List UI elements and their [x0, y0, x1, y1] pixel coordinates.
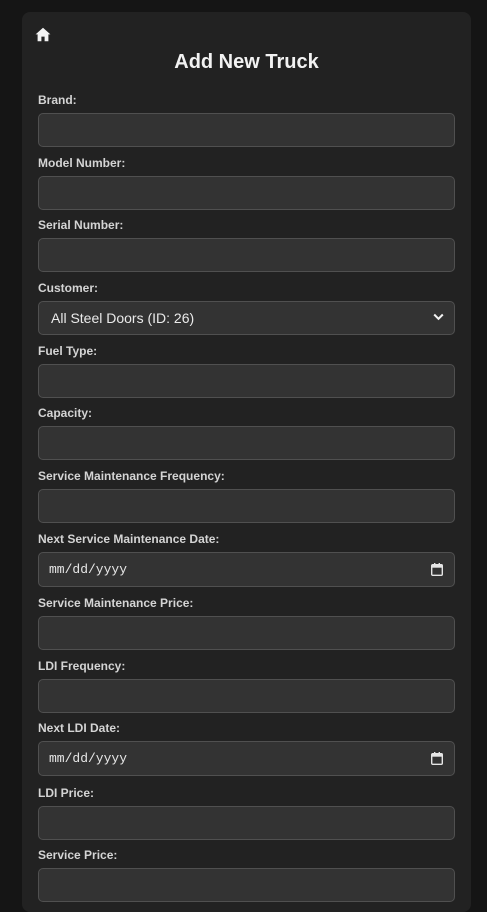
capacity-field-group: Capacity: — [38, 406, 455, 460]
customer-select[interactable]: All Steel Doors (ID: 26) — [38, 301, 455, 335]
home-button[interactable] — [34, 25, 52, 43]
next-ldi-date-field-group: Next LDI Date: mm/dd/yyyy — [38, 721, 455, 776]
ldi-price-label: LDI Price: — [38, 786, 95, 800]
next-service-maintenance-date-label: Next Service Maintenance Date: — [38, 532, 220, 546]
capacity-label: Capacity: — [38, 406, 93, 420]
service-maintenance-frequency-field-group: Service Maintenance Frequency: — [38, 469, 455, 523]
capacity-input[interactable] — [38, 426, 455, 460]
date-placeholder: mm/dd/yyyy — [49, 751, 128, 766]
home-icon — [35, 27, 51, 41]
ldi-frequency-input[interactable] — [38, 679, 455, 713]
fuel-type-label: Fuel Type: — [38, 344, 98, 358]
fuel-type-field-group: Fuel Type: — [38, 344, 455, 398]
next-service-maintenance-date-field-group: Next Service Maintenance Date: mm/dd/yyy… — [38, 532, 455, 587]
service-maintenance-frequency-label: Service Maintenance Frequency: — [38, 469, 225, 483]
service-maintenance-frequency-input[interactable] — [38, 489, 455, 523]
add-truck-panel: Add New Truck Brand: Model Number: Seria… — [22, 12, 471, 912]
model-number-input[interactable] — [38, 176, 455, 210]
service-price-label: Service Price: — [38, 848, 118, 862]
service-price-field-group: Service Price: — [38, 848, 455, 902]
page-title: Add New Truck — [174, 51, 319, 73]
serial-number-label: Serial Number: — [38, 218, 124, 232]
next-ldi-date-input[interactable]: mm/dd/yyyy — [38, 741, 455, 776]
serial-number-input[interactable] — [38, 238, 455, 272]
service-price-input[interactable] — [38, 868, 455, 902]
ldi-price-field-group: LDI Price: — [38, 786, 455, 840]
brand-input[interactable] — [38, 113, 455, 147]
model-number-label: Model Number: — [38, 156, 126, 170]
chevron-down-icon — [433, 313, 444, 321]
calendar-icon[interactable] — [431, 563, 443, 576]
ldi-frequency-label: LDI Frequency: — [38, 659, 126, 673]
ldi-frequency-field-group: LDI Frequency: — [38, 659, 455, 713]
customer-selected-value: All Steel Doors (ID: 26) — [51, 310, 195, 326]
service-maintenance-price-label: Service Maintenance Price: — [38, 596, 194, 610]
service-maintenance-price-input[interactable] — [38, 616, 455, 650]
customer-field-group: Customer: All Steel Doors (ID: 26) — [38, 281, 455, 335]
service-maintenance-price-field-group: Service Maintenance Price: — [38, 596, 455, 650]
customer-label: Customer: — [38, 281, 99, 295]
model-number-field-group: Model Number: — [38, 156, 455, 210]
next-service-maintenance-date-input[interactable]: mm/dd/yyyy — [38, 552, 455, 587]
date-placeholder: mm/dd/yyyy — [49, 562, 128, 577]
fuel-type-input[interactable] — [38, 364, 455, 398]
brand-field-group: Brand: — [38, 93, 455, 147]
next-ldi-date-label: Next LDI Date: — [38, 721, 121, 735]
serial-number-field-group: Serial Number: — [38, 218, 455, 272]
ldi-price-input[interactable] — [38, 806, 455, 840]
calendar-icon[interactable] — [431, 752, 443, 765]
brand-label: Brand: — [38, 93, 77, 107]
